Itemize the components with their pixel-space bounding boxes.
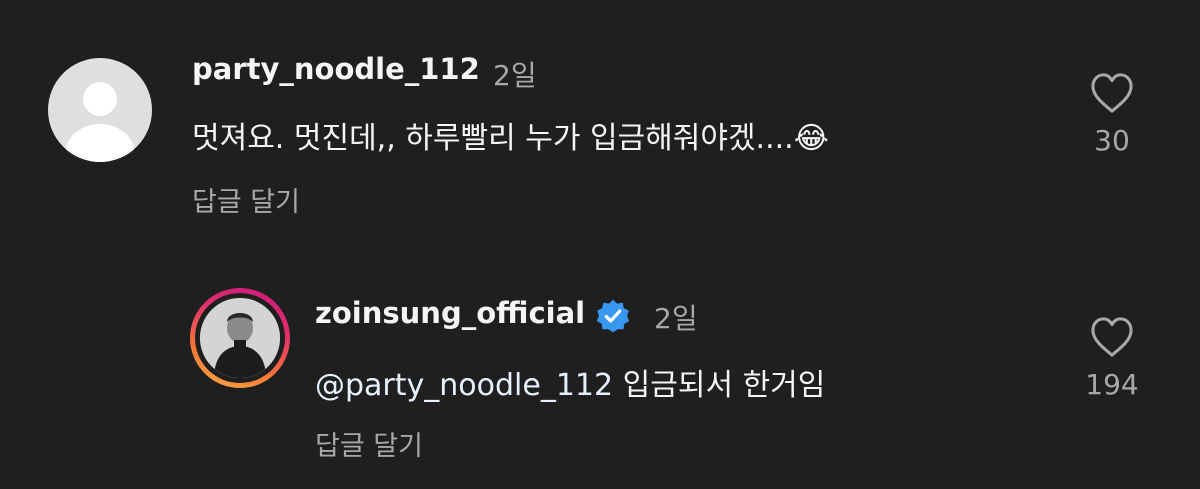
comment-time: 2일 bbox=[493, 59, 537, 92]
profile-photo-image bbox=[200, 298, 280, 378]
reply-text-body: 입금되서 한거임 bbox=[613, 368, 826, 403]
story-ring-avatar[interactable] bbox=[190, 288, 290, 388]
like-count: 194 bbox=[1085, 368, 1139, 401]
comment-username[interactable]: party_noodle_112 bbox=[192, 52, 480, 86]
verified-badge-icon bbox=[596, 299, 630, 333]
reply-button[interactable]: 답글 달기 bbox=[192, 180, 300, 219]
default-avatar[interactable] bbox=[48, 58, 152, 162]
comment-text: 멋져요. 멋진데,, 하루빨리 누가 입금해줘야겠....😂 bbox=[192, 121, 829, 156]
like-container: 30 bbox=[1067, 72, 1157, 157]
reply-time: 2일 bbox=[654, 302, 698, 335]
heart-outline-icon[interactable] bbox=[1089, 316, 1135, 358]
avatar-head-shape bbox=[83, 82, 117, 116]
mention-link[interactable]: @party_noodle_112 bbox=[315, 368, 613, 403]
avatar-body-shape bbox=[65, 124, 135, 162]
like-count: 30 bbox=[1094, 124, 1130, 157]
reply-text: @party_noodle_112 입금되서 한거임 bbox=[315, 360, 825, 404]
reply-button[interactable]: 답글 달기 bbox=[315, 424, 423, 463]
like-container: 194 bbox=[1067, 316, 1157, 401]
heart-outline-icon[interactable] bbox=[1089, 72, 1135, 114]
profile-photo bbox=[200, 298, 280, 378]
reply-username[interactable]: zoinsung_official bbox=[315, 296, 585, 330]
